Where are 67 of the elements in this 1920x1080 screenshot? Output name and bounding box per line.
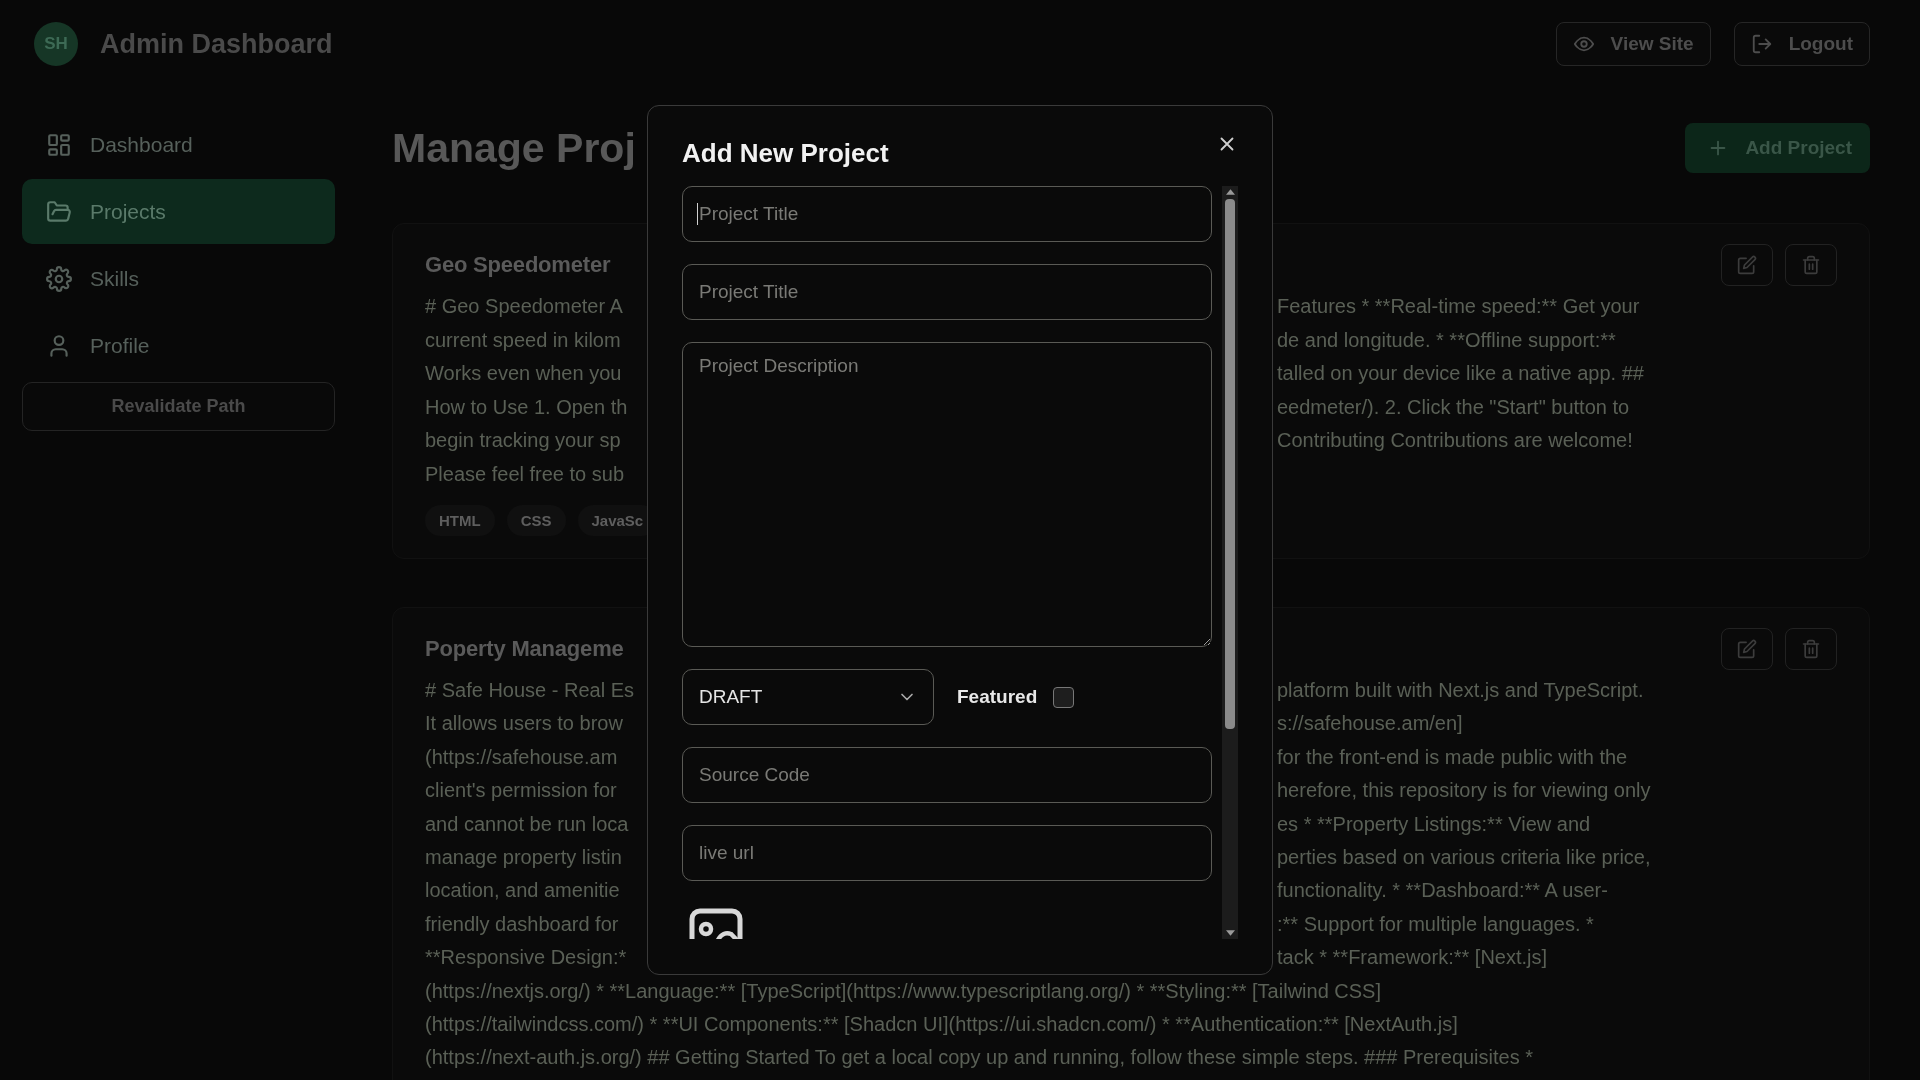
- description-text: **Responsive Design:*: [425, 945, 628, 971]
- description-text: for the front-end is made public with the: [1277, 744, 1629, 770]
- scrollbar-thumb[interactable]: [1225, 199, 1235, 729]
- project-title: Poperty Manageme: [425, 636, 624, 662]
- edit-icon: [1737, 639, 1757, 659]
- sidebar-item[interactable]: Skills: [22, 246, 335, 311]
- description-text: Please feel free to sub: [425, 461, 625, 487]
- app-title: Admin Dashboard: [100, 28, 333, 60]
- description-text: s://safehouse.am/en]: [1277, 711, 1464, 737]
- logout-icon: [1750, 33, 1773, 55]
- description-text: (https://next-auth.js.org/) ## Getting Started To get a local copy up and running, follow these simple steps. ### Prerequisites *: [425, 1045, 1535, 1071]
- description-text: :** Support for multiple languages. *: [1277, 911, 1595, 937]
- description-text: Works even when you: [425, 361, 623, 386]
- view-site-button[interactable]: View Site: [1555, 22, 1711, 66]
- featured-label: Featured: [957, 686, 1038, 708]
- sidebar-item[interactable]: Projects: [22, 179, 335, 244]
- tech-tag: CSS: [506, 505, 566, 536]
- description-text: perties based on various criteria like price,: [1277, 845, 1652, 871]
- description-text: (https://tailwindcss.com/) * **UI Components:** [Shadcn UI](https://ui.shadcn.com/) * **Authentication:** [NextAuth.js]: [425, 1012, 1459, 1038]
- description-text: begin tracking your sp: [425, 428, 622, 453]
- project-title: Geo Speedometer: [425, 252, 611, 278]
- input-field[interactable]: Project Title: [682, 186, 1213, 242]
- sidebar-item[interactable]: Dashboard: [22, 112, 335, 177]
- status-select[interactable]: DRAFT: [682, 669, 934, 725]
- description-text: Features * **Real-time speed:** Get your: [1277, 294, 1641, 319]
- trash-icon: [1801, 255, 1821, 275]
- scroll-down-icon[interactable]: [1225, 930, 1235, 936]
- description-text: es * **Property Listings:** View and: [1277, 811, 1592, 837]
- description-text: and cannot be run loca: [425, 811, 630, 837]
- dashboard-grid-icon: [46, 131, 72, 158]
- description-text: platform built with Next.js and TypeScript.: [1277, 678, 1645, 703]
- folder-icon: [46, 198, 72, 225]
- trash-icon: [1801, 639, 1821, 659]
- description-text: (https://nextjs.org/) * **Language:** [TypeScript](https://www.typescriptlang.org/) * **Styling:** [Tailwind CSS]: [425, 978, 1382, 1004]
- description-text: functionality. * **Dashboard:** A user-: [1277, 878, 1609, 904]
- description-text: current speed in kilom: [425, 327, 622, 353]
- description-text: How to Use 1. Open th: [425, 394, 629, 420]
- description-text: talled on your device like a native app. ##: [1277, 361, 1645, 386]
- scroll-up-icon[interactable]: [1225, 189, 1235, 195]
- description-text: client's permission for: [425, 778, 618, 804]
- description-field[interactable]: Project Description: [682, 342, 1213, 647]
- description-text: (https://safehouse.am: [425, 744, 619, 770]
- featured-checkbox[interactable]: [1053, 686, 1075, 708]
- input-field[interactable]: Project Title: [682, 264, 1213, 320]
- input-field[interactable]: live url: [682, 825, 1213, 881]
- tech-tag: HTML: [425, 505, 495, 536]
- description-text: eedmeter/). 2. Click the "Start" button to: [1277, 394, 1631, 420]
- edit-icon: [1737, 255, 1757, 275]
- sidebar-item[interactable]: Profile: [22, 313, 335, 378]
- description-text: tack * **Framework:** [Next.js]: [1277, 945, 1549, 971]
- gear-icon: [46, 265, 72, 292]
- description-text: location, and amenitie: [425, 878, 621, 904]
- description-text: manage property listin: [425, 845, 623, 871]
- input-field[interactable]: Source Code: [682, 747, 1213, 803]
- description-text: Contributing Contributions are welcome!: [1277, 428, 1634, 453]
- logout-button[interactable]: Logout: [1733, 22, 1870, 66]
- description-text: herefore, this repository is for viewing only: [1277, 778, 1652, 804]
- description-text: It allows users to brow: [425, 711, 624, 737]
- description-text: # Safe House - Real Es: [425, 678, 635, 703]
- image-upload-icon[interactable]: [688, 907, 744, 939]
- scrollbar[interactable]: [1222, 186, 1238, 939]
- description-text: # Geo Speedometer A: [425, 294, 624, 319]
- page-title: Manage Proj: [392, 124, 636, 172]
- revalidate-button[interactable]: Revalidate Path: [22, 382, 335, 431]
- description-text: de and longitude. * **Offline support:**: [1277, 327, 1617, 353]
- description-text: friendly dashboard for: [425, 911, 620, 937]
- dialog-title: Add New Project: [682, 138, 889, 169]
